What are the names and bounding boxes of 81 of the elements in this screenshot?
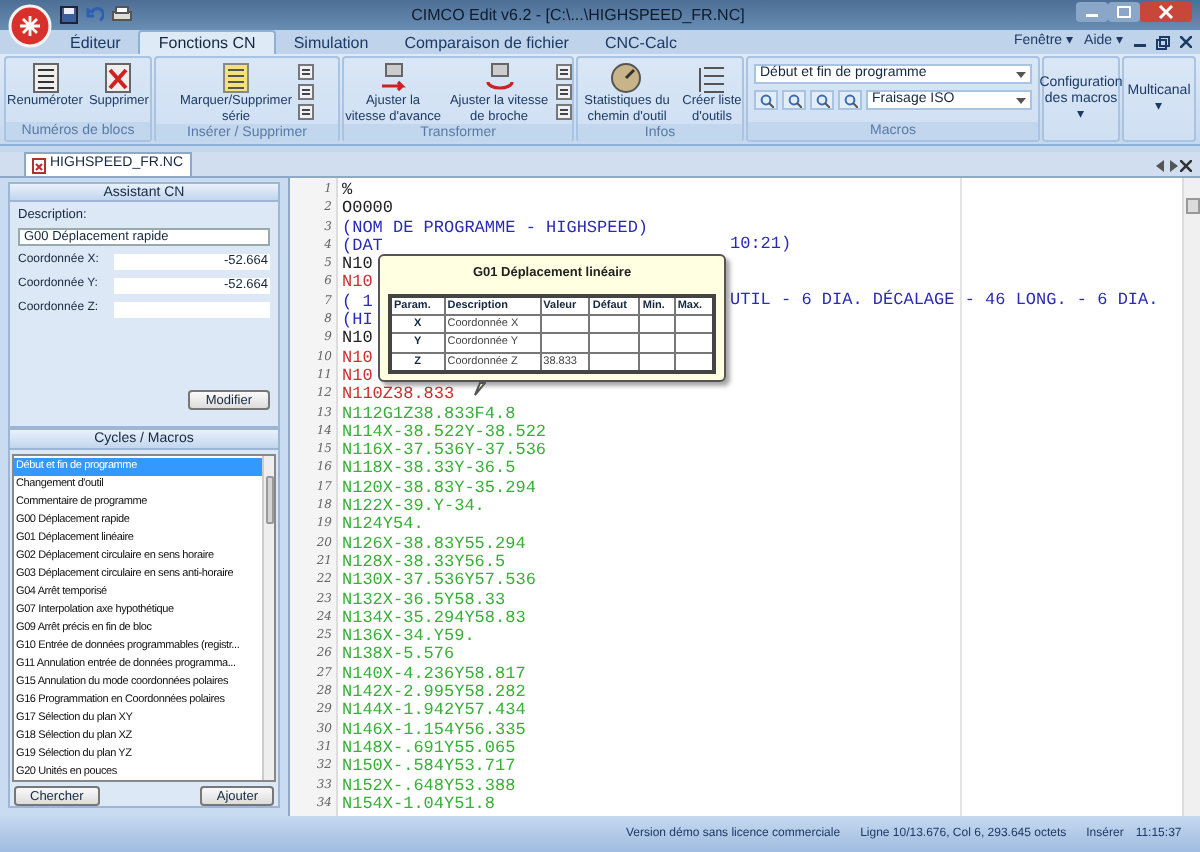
code-line: N150X-.584Y53.717 — [342, 756, 516, 777]
close-icon — [1180, 36, 1192, 48]
highlighted-list-icon — [220, 62, 252, 94]
rotate-arrow-icon — [483, 62, 515, 94]
window-title: CIMCO Edit v6.2 - [C:\...\HIGHSPEED_FR.NC] — [411, 3, 745, 27]
code-line: N116X-37.536Y-37.536 — [342, 440, 547, 461]
code-line: N128X-38.33Y56.5 — [342, 551, 506, 572]
code-line: N138X-5.576 — [342, 644, 455, 665]
code-line: N140X-4.236Y58.817 — [342, 663, 526, 684]
code-line: N10 — [342, 365, 373, 386]
magnifier-icon — [815, 93, 829, 107]
macro-tool-button[interactable] — [754, 90, 778, 110]
code-line: N144X-1.942Y57.434 — [342, 700, 526, 721]
gauge-icon — [610, 62, 643, 94]
save-icon — [60, 6, 78, 24]
code-line: N126X-38.83Y55.294 — [342, 533, 526, 554]
code-line: N122X-39.Y-34. — [342, 496, 485, 517]
close-icon — [1180, 160, 1192, 172]
code-line: N10 — [342, 254, 373, 275]
code-line: N120X-38.83Y-35.294 — [342, 477, 536, 498]
code-line: N118X-38.33Y-36.5 — [342, 458, 516, 479]
code-line: N114X-38.522Y-38.522 — [342, 421, 547, 442]
list-icon — [695, 62, 728, 94]
code-line: N130X-37.536Y57.536 — [342, 570, 536, 591]
code-line: N10 — [342, 272, 373, 293]
undo-icon — [86, 6, 104, 24]
code-line: N148X-.691Y55.065 — [342, 737, 516, 758]
dropdown-arrow-icon — [1016, 71, 1026, 77]
code-line: UTIL - 6 DIA. DÉCALAGE - 46 LONG. - 6 DIA. — [730, 291, 1159, 311]
code-line: N124Y54. — [342, 514, 424, 535]
ribbon-tab[interactable]: Éditeur — [52, 30, 139, 54]
code-line: 10:21) — [730, 235, 792, 255]
small-tool-icon — [298, 104, 314, 120]
code-line: O0000 — [342, 198, 394, 219]
ribbon-tab[interactable]: CNC-Calc — [586, 30, 695, 54]
print-icon — [112, 6, 132, 24]
code-line: N110Z38.833 — [342, 384, 455, 405]
macro-tool-button[interactable] — [838, 90, 862, 110]
macro-tool-button[interactable] — [782, 90, 806, 110]
arrow-right-icon — [377, 62, 409, 94]
code-line: N112G1Z38.833F4.8 — [342, 403, 516, 424]
scroll-right-icon — [1168, 160, 1178, 172]
file-icon — [32, 157, 46, 173]
small-tool-icon — [298, 64, 314, 80]
coordinate-field[interactable] — [114, 301, 270, 317]
minimize-icon — [1076, 2, 1108, 22]
delete-list-icon — [102, 62, 135, 94]
code-line: ( 1 — [342, 291, 373, 312]
small-tool-icon — [298, 84, 314, 100]
dropdown-arrow-icon — [1016, 97, 1026, 103]
numbered-list-icon — [29, 62, 61, 94]
scroll-left-icon — [1156, 160, 1166, 172]
scrollbar[interactable] — [1182, 178, 1200, 816]
code-line: N142X-2.995Y58.282 — [342, 682, 526, 703]
restore-icon — [1156, 35, 1170, 49]
code-line: N152X-.648Y53.388 — [342, 775, 516, 795]
code-line: N10 — [342, 328, 373, 349]
small-tool-icon — [556, 104, 572, 120]
code-line: N146X-1.154Y56.335 — [342, 719, 526, 740]
code-line: (HI — [342, 310, 373, 331]
close-icon — [1140, 2, 1192, 22]
small-tool-icon — [556, 84, 572, 100]
magnifier-icon — [843, 93, 857, 107]
magnifier-icon — [787, 93, 801, 107]
ribbon-tab[interactable]: Comparaison de fichier — [386, 30, 587, 54]
code-line: N10 — [342, 347, 373, 368]
app-logo-icon — [8, 4, 52, 48]
code-line: N134X-35.294Y58.83 — [342, 607, 526, 628]
magnifier-icon — [759, 93, 773, 107]
code-line: % — [342, 180, 353, 200]
code-line: N136X-34.Y59. — [342, 626, 475, 647]
code-line: (NOM DE PROGRAMME - HIGHSPEED) — [342, 217, 649, 238]
ribbon-tab[interactable]: Fonctions CN — [138, 30, 276, 54]
ribbon-tab[interactable]: Simulation — [275, 30, 387, 54]
macro-tool-button[interactable] — [810, 90, 834, 110]
code-line: N132X-36.5Y58.33 — [342, 589, 506, 610]
code-line: N154X-1.04Y51.8 — [342, 793, 496, 814]
scrollbar[interactable] — [262, 456, 274, 780]
code-line: (DAT — [342, 235, 383, 256]
small-tool-icon — [556, 64, 572, 80]
maximize-icon — [1108, 2, 1140, 22]
